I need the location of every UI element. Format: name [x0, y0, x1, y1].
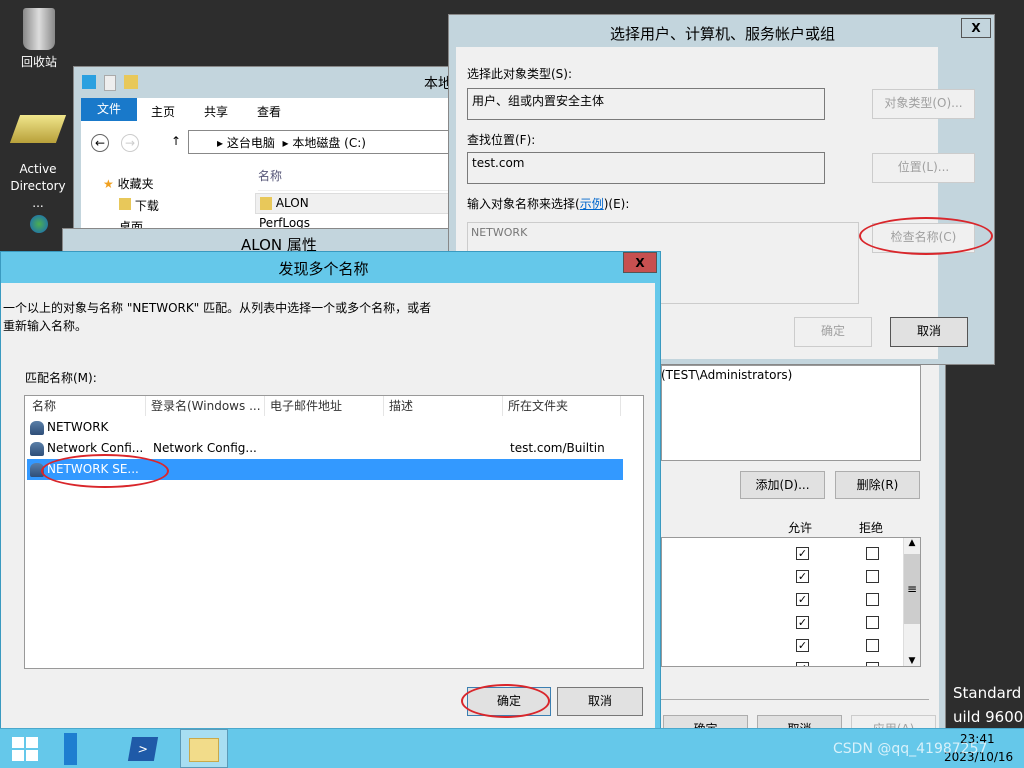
deny-checkbox[interactable]	[866, 593, 879, 606]
properties-body: (TEST\Administrators) 添加(D)... 删除(R) 允许 …	[661, 359, 939, 743]
multi-cancel-button[interactable]: 取消	[557, 687, 643, 716]
allow-checkbox[interactable]: ✓	[796, 616, 809, 629]
folder-icon	[260, 197, 272, 210]
column-header-login[interactable]: 登录名(Windows ...	[146, 396, 265, 416]
list-item[interactable]: NETWORK	[27, 417, 623, 438]
recycle-bin-label: 回收站	[20, 55, 57, 69]
taskbar: > 23:41 2023/10/16 CSDN @qq_41987257	[0, 728, 1024, 768]
column-header-name[interactable]: 名称	[27, 396, 146, 416]
active-directory-icon	[9, 115, 67, 143]
cell-login: Network Config...	[153, 441, 257, 455]
file-explorer-icon	[189, 738, 219, 762]
multi-message-line1: 一个以上的对象与名称 "NETWORK" 匹配。从列表中选择一个或多个名称，或者	[3, 301, 432, 315]
active-directory-label: Active Directory ...	[10, 162, 66, 210]
allow-checkbox[interactable]: ✓	[796, 662, 809, 666]
multi-message-line2: 重新输入名称。	[3, 319, 88, 333]
column-header-name[interactable]: 名称	[258, 167, 464, 191]
deny-checkbox[interactable]	[866, 616, 879, 629]
address-bar[interactable]: ▸ 这台电脑 ▸ 本地磁盘 (C:)	[188, 130, 464, 154]
multi-dialog-title: 发现多个名称	[278, 260, 369, 278]
remove-button[interactable]: 删除(R)	[835, 471, 920, 499]
nav-favorites[interactable]: ★ 收藏夹	[103, 175, 154, 192]
location-label: 查找位置(F):	[467, 133, 536, 147]
cell-folder: test.com/Builtin	[510, 441, 605, 455]
allow-checkbox[interactable]: ✓	[796, 639, 809, 652]
allow-checkbox[interactable]: ✓	[796, 547, 809, 560]
object-type-field: 用户、组或内置安全主体	[467, 88, 825, 120]
recycle-bin-shortcut[interactable]: 回收站	[4, 8, 74, 71]
permissions-scrollbar[interactable]: ▲ ≡ ▼	[903, 538, 920, 666]
deny-header: 拒绝	[859, 521, 884, 535]
deny-checkbox[interactable]	[866, 570, 879, 583]
column-header-email[interactable]: 电子邮件地址	[265, 396, 384, 416]
scroll-down-icon[interactable]: ▼	[904, 656, 920, 666]
permissions-list[interactable]: ✓ ✓ ✓ ✓ ✓ ✓	[661, 537, 921, 667]
tab-view[interactable]: 查看	[257, 103, 281, 120]
csdn-watermark: CSDN @qq_41987257	[833, 741, 988, 757]
divider	[661, 699, 929, 700]
forward-button[interactable]: →	[121, 134, 139, 152]
network-icon[interactable]	[30, 215, 48, 233]
deny-checkbox[interactable]	[866, 547, 879, 560]
up-button[interactable]: ↑	[171, 134, 181, 148]
drive-icon	[82, 75, 96, 89]
matching-names-list[interactable]: 名称 登录名(Windows ... 电子邮件地址 描述 所在文件夹 NETWO…	[24, 395, 644, 669]
properties-icon[interactable]	[104, 75, 116, 91]
file-explorer-taskbar-button[interactable]	[180, 729, 228, 768]
principal-list[interactable]: (TEST\Administrators)	[661, 365, 921, 461]
watermark-build: uild 9600	[953, 708, 1024, 726]
location-field: test.com	[467, 152, 825, 184]
nav-downloads[interactable]: 下载	[119, 197, 159, 214]
select-dialog-title: 选择用户、计算机、服务帐户或组	[609, 25, 835, 43]
group-icon	[30, 441, 44, 456]
multi-dialog-close-button[interactable]: X	[623, 252, 657, 273]
server-manager-icon[interactable]	[64, 733, 96, 765]
back-button[interactable]: ←	[91, 134, 109, 152]
breadcrumb-this-pc[interactable]: 这台电脑	[227, 136, 275, 150]
tab-file[interactable]: 文件	[81, 98, 137, 121]
examples-link[interactable]: 示例	[580, 197, 604, 211]
annotation-ellipse	[859, 217, 993, 255]
start-button[interactable]	[12, 737, 38, 761]
locations-button[interactable]: 位置(L)...	[872, 153, 975, 183]
scroll-up-icon[interactable]: ▲	[904, 538, 920, 554]
new-folder-icon[interactable]	[124, 75, 138, 89]
downloads-folder-icon	[119, 198, 131, 210]
matching-names-label: 匹配名称(M):	[25, 371, 97, 385]
annotation-ellipse	[41, 454, 169, 488]
deny-checkbox[interactable]	[866, 639, 879, 652]
add-button[interactable]: 添加(D)...	[740, 471, 825, 499]
column-header-folder[interactable]: 所在文件夹	[503, 396, 621, 416]
quick-access-toolbar[interactable]	[82, 75, 172, 91]
scroll-thumb[interactable]: ≡	[904, 554, 920, 624]
enter-names-label: 输入对象名称来选择(示例)(E):	[467, 197, 630, 211]
select-ok-button[interactable]: 确定	[794, 317, 872, 347]
multi-dialog-body: 一个以上的对象与名称 "NETWORK" 匹配。从列表中选择一个或多个名称，或者…	[1, 283, 655, 729]
column-header-description[interactable]: 描述	[384, 396, 503, 416]
allow-checkbox[interactable]: ✓	[796, 570, 809, 583]
tab-home[interactable]: 主页	[151, 103, 175, 120]
object-types-button[interactable]: 对象类型(O)...	[872, 89, 975, 119]
multiple-names-dialog: 发现多个名称 X 一个以上的对象与名称 "NETWORK" 匹配。从列表中选择一…	[0, 251, 661, 729]
group-icon	[30, 420, 44, 435]
select-cancel-button[interactable]: 取消	[890, 317, 968, 347]
tab-share[interactable]: 共享	[204, 103, 228, 120]
recycle-bin-icon	[23, 8, 55, 50]
allow-checkbox[interactable]: ✓	[796, 593, 809, 606]
select-dialog-close-button[interactable]: X	[961, 18, 991, 38]
active-directory-shortcut[interactable]: Active Directory ...	[3, 115, 73, 212]
annotation-ellipse	[461, 684, 550, 718]
powershell-icon[interactable]: >	[127, 737, 159, 761]
watermark-standard: Standard	[953, 684, 1022, 702]
cell-name: NETWORK	[30, 417, 108, 438]
deny-checkbox[interactable]	[866, 662, 879, 666]
object-type-label: 选择此对象类型(S):	[467, 67, 573, 81]
allow-header: 允许	[788, 521, 813, 535]
star-icon: ★	[103, 177, 114, 191]
breadcrumb-c-drive[interactable]: 本地磁盘 (C:)	[292, 136, 366, 150]
file-row-alon[interactable]: ALON	[255, 193, 464, 214]
principal-item[interactable]: (TEST\Administrators)	[661, 368, 792, 382]
